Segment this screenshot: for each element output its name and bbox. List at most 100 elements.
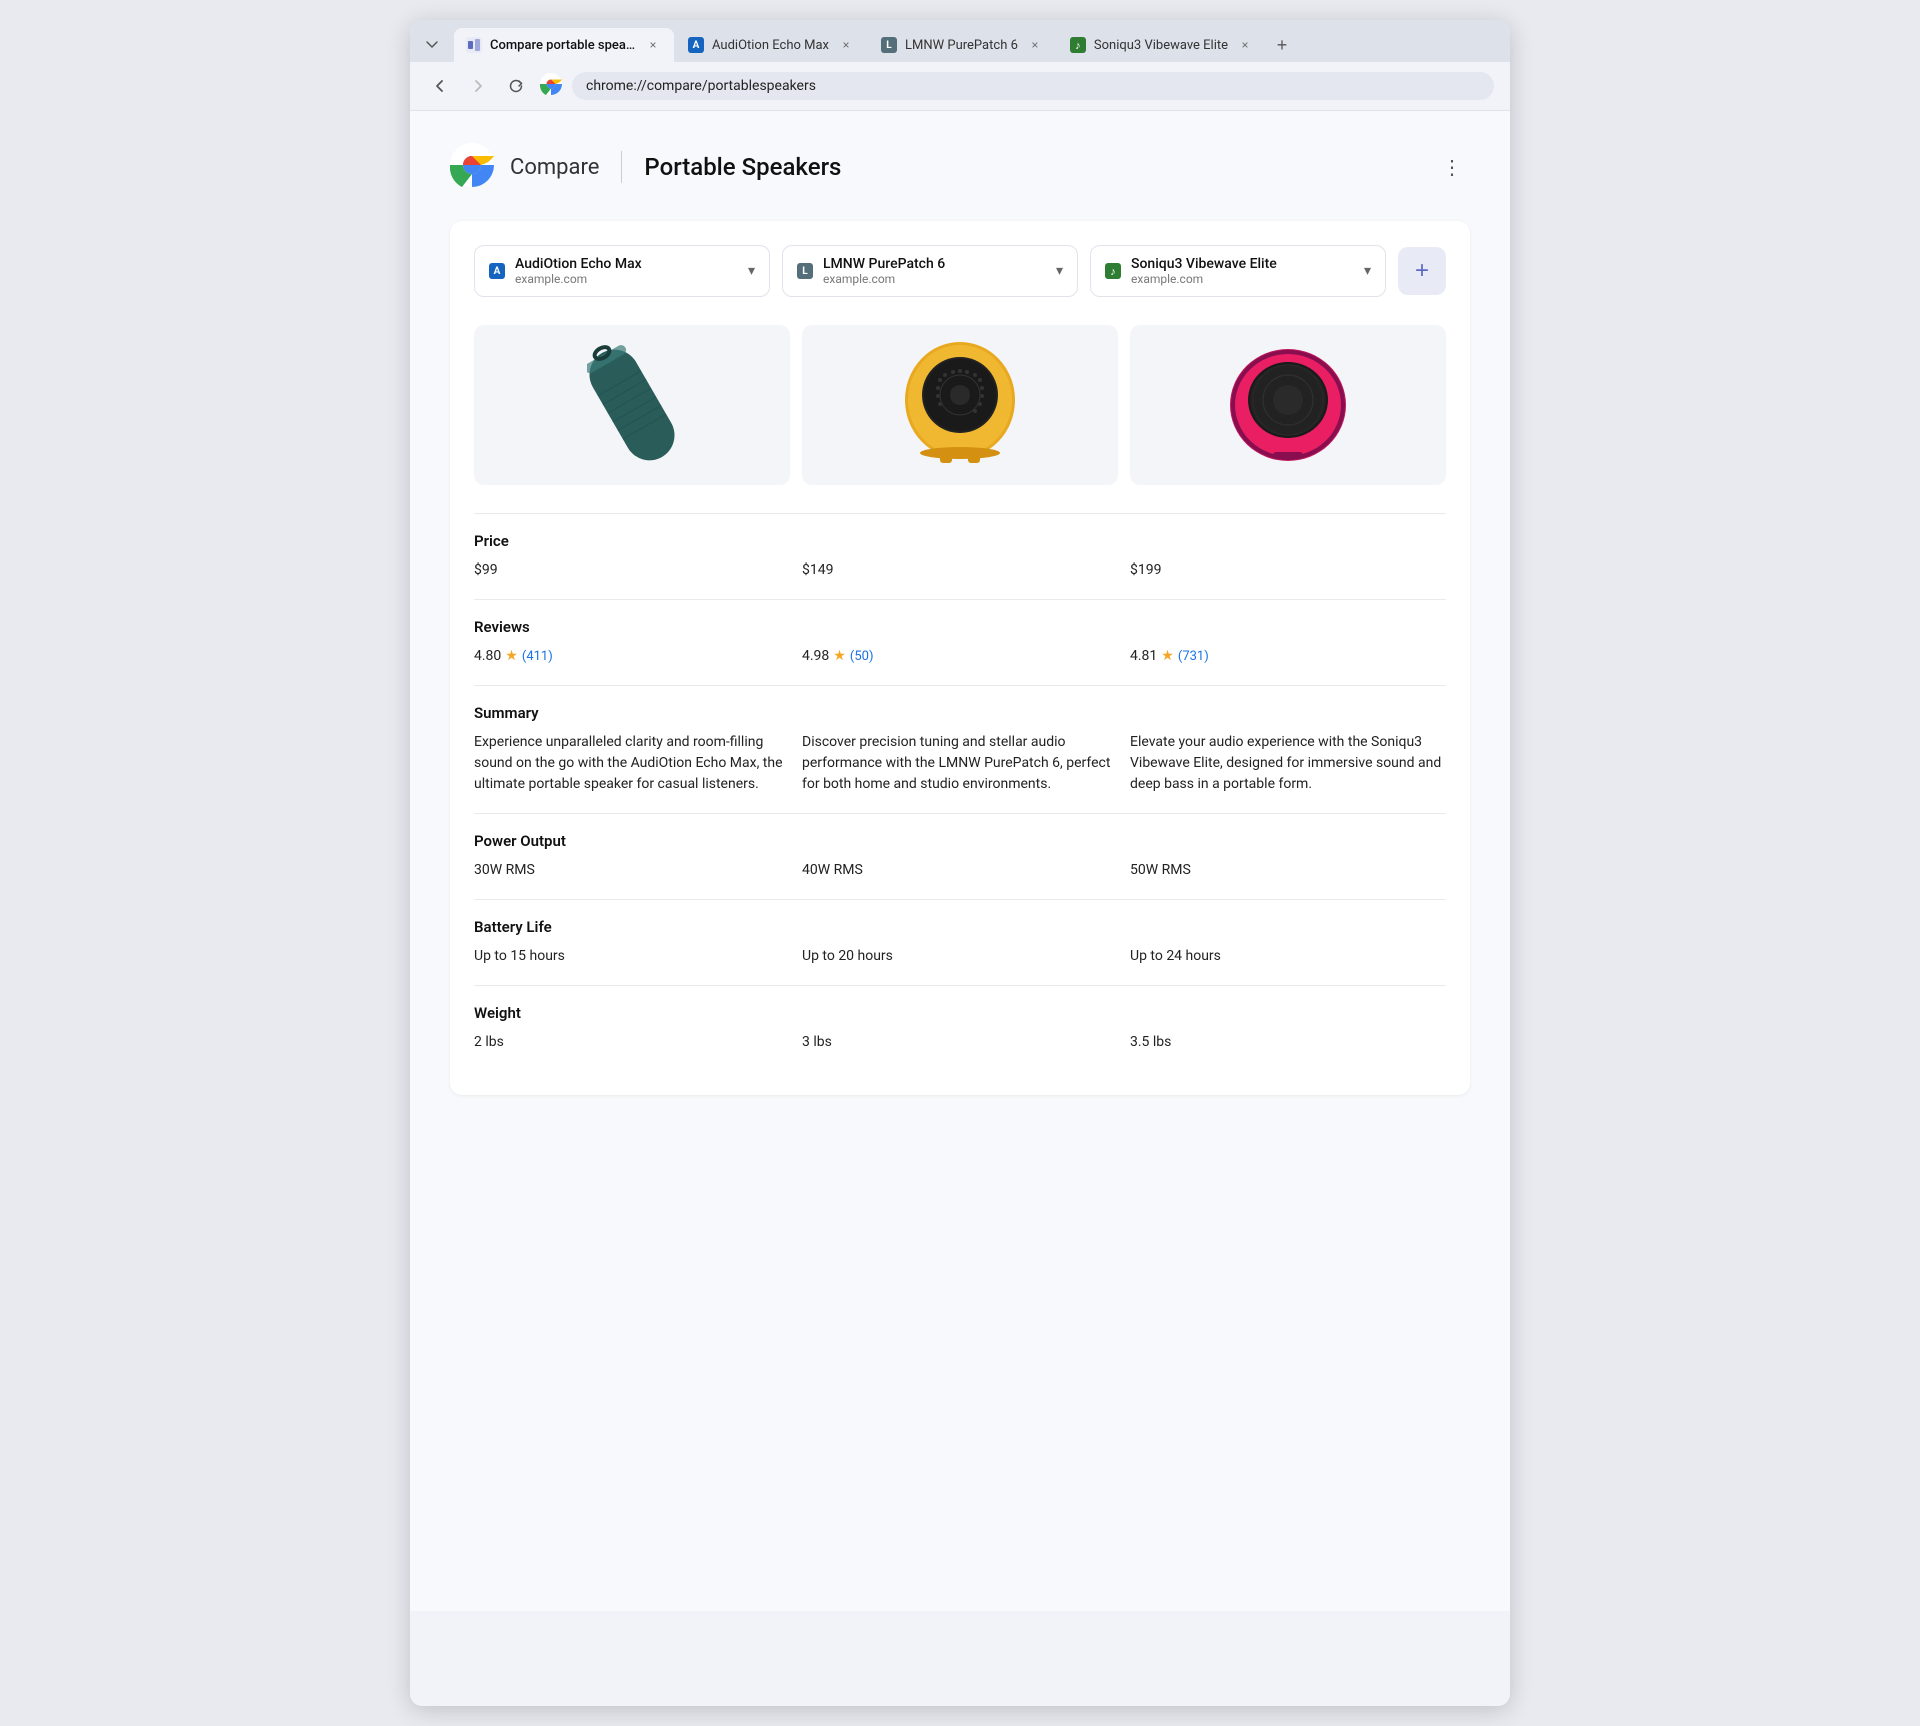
echo-tab-favicon: A — [688, 37, 704, 53]
weight-1: 2 lbs — [474, 1032, 790, 1053]
product-2-domain: example.com — [823, 272, 1046, 286]
tab-list-button[interactable] — [418, 31, 446, 59]
product-2-favicon: L — [797, 263, 813, 279]
product-3-domain: example.com — [1131, 272, 1354, 286]
star-icon-1: ★ — [505, 646, 518, 667]
review-count-1[interactable]: (411) — [522, 647, 553, 667]
summary-1: Experience unparalleled clarity and room… — [474, 732, 790, 795]
compare-tab-close[interactable]: × — [644, 36, 662, 54]
price-3: $199 — [1130, 560, 1446, 581]
product-selector-3[interactable]: ♪ Soniqu3 Vibewave Elite example.com ▾ — [1090, 245, 1386, 297]
speaker-1-svg — [587, 330, 677, 480]
rating-row-3: 4.81 ★ (731) — [1130, 646, 1446, 667]
weight-values: 2 lbs 3 lbs 3.5 lbs — [474, 1032, 1446, 1053]
compare-row-summary: Summary Experience unparalleled clarity … — [474, 685, 1446, 813]
summary-label: Summary — [474, 704, 1446, 722]
google-logo — [450, 143, 494, 191]
product-3-info: Soniqu3 Vibewave Elite example.com — [1131, 256, 1354, 286]
weight-3: 3.5 lbs — [1130, 1032, 1446, 1053]
product-3-image — [1130, 325, 1446, 485]
compare-row-price: Price $99 $149 $199 — [474, 513, 1446, 599]
compare-tab-title: Compare portable speaker — [490, 38, 636, 53]
compare-tab-favicon — [466, 37, 482, 53]
add-product-button[interactable]: + — [1398, 247, 1446, 295]
reviews-label: Reviews — [474, 618, 1446, 636]
power-label: Power Output — [474, 832, 1446, 850]
product-selector-2[interactable]: L LMNW PurePatch 6 example.com ▾ — [782, 245, 1078, 297]
vibewave-tab-close[interactable]: × — [1236, 36, 1254, 54]
product-2-image — [802, 325, 1118, 485]
rating-value-3: 4.81 — [1130, 646, 1157, 667]
tab-bar: Compare portable speaker × A AudiOtion E… — [410, 20, 1510, 62]
product-selectors-row: A AudiOtion Echo Max example.com ▾ L LMN… — [474, 245, 1446, 297]
star-icon-2: ★ — [833, 646, 846, 667]
compare-row-reviews: Reviews 4.80 ★ (411) 4.98 ★ (50) — [474, 599, 1446, 685]
review-count-2[interactable]: (50) — [850, 647, 874, 667]
speaker-2-svg — [895, 335, 1025, 475]
new-tab-button[interactable]: + — [1268, 31, 1296, 59]
product-2-name: LMNW PurePatch 6 — [823, 256, 1046, 272]
summary-values: Experience unparalleled clarity and room… — [474, 732, 1446, 795]
power-values: 30W RMS 40W RMS 50W RMS — [474, 860, 1446, 881]
address-bar: chrome://compare/portablespeakers — [410, 62, 1510, 111]
product-1-domain: example.com — [515, 272, 738, 286]
power-2: 40W RMS — [802, 860, 1118, 881]
review-count-3[interactable]: (731) — [1178, 647, 1209, 667]
tab-compare[interactable]: Compare portable speaker × — [454, 28, 674, 62]
tab-purepatch[interactable]: L LMNW PurePatch 6 × — [869, 28, 1056, 62]
compare-row-power: Power Output 30W RMS 40W RMS 50W RMS — [474, 813, 1446, 899]
tab-echo[interactable]: A AudiOtion Echo Max × — [676, 28, 867, 62]
price-values: $99 $149 $199 — [474, 560, 1446, 581]
page-header: Compare Portable Speakers ⋮ — [450, 143, 1470, 191]
product-1-chevron-icon: ▾ — [748, 263, 755, 279]
tab-vibewave[interactable]: ♪ Soniqu3 Vibewave Elite × — [1058, 28, 1266, 62]
battery-3: Up to 24 hours — [1130, 946, 1446, 967]
purepatch-tab-favicon: L — [881, 37, 897, 53]
page-header-left: Compare Portable Speakers — [450, 143, 841, 191]
header-brand: Compare — [510, 155, 599, 180]
battery-label: Battery Life — [474, 918, 1446, 936]
product-1-image — [474, 325, 790, 485]
reviews-1: 4.80 ★ (411) — [474, 646, 790, 667]
purepatch-tab-close[interactable]: × — [1026, 36, 1044, 54]
page-title: Portable Speakers — [644, 153, 841, 181]
battery-values: Up to 15 hours Up to 20 hours Up to 24 h… — [474, 946, 1446, 967]
url-bar[interactable]: chrome://compare/portablespeakers — [572, 72, 1494, 100]
back-button[interactable] — [426, 72, 454, 100]
plus-icon: + — [1415, 257, 1429, 285]
speaker-3-svg — [1223, 340, 1353, 470]
product-1-info: AudiOtion Echo Max example.com — [515, 256, 738, 286]
product-1-name: AudiOtion Echo Max — [515, 256, 738, 272]
rating-value-1: 4.80 — [474, 646, 501, 667]
battery-1: Up to 15 hours — [474, 946, 790, 967]
star-icon-3: ★ — [1161, 646, 1174, 667]
url-text: chrome://compare/portablespeakers — [586, 78, 816, 94]
product-2-chevron-icon: ▾ — [1056, 263, 1063, 279]
rating-value-2: 4.98 — [802, 646, 829, 667]
compare-section: A AudiOtion Echo Max example.com ▾ L LMN… — [450, 221, 1470, 1095]
compare-row-battery: Battery Life Up to 15 hours Up to 20 hou… — [474, 899, 1446, 985]
compare-row-weight: Weight 2 lbs 3 lbs 3.5 lbs — [474, 985, 1446, 1071]
product-1-favicon: A — [489, 263, 505, 279]
price-1: $99 — [474, 560, 790, 581]
summary-2: Discover precision tuning and stellar au… — [802, 732, 1118, 795]
page-menu-button[interactable]: ⋮ — [1434, 149, 1470, 185]
forward-button[interactable] — [464, 72, 492, 100]
more-vert-icon: ⋮ — [1442, 155, 1462, 180]
reviews-2: 4.98 ★ (50) — [802, 646, 1118, 667]
price-label: Price — [474, 532, 1446, 550]
product-images-row — [474, 325, 1446, 485]
reload-button[interactable] — [502, 72, 530, 100]
echo-tab-close[interactable]: × — [837, 36, 855, 54]
vibewave-tab-favicon: ♪ — [1070, 37, 1086, 53]
power-3: 50W RMS — [1130, 860, 1446, 881]
browser-window: Compare portable speaker × A AudiOtion E… — [410, 20, 1510, 1706]
header-divider — [621, 151, 622, 183]
product-selector-1[interactable]: A AudiOtion Echo Max example.com ▾ — [474, 245, 770, 297]
weight-label: Weight — [474, 1004, 1446, 1022]
page-content: Compare Portable Speakers ⋮ A AudiOtion … — [410, 111, 1510, 1611]
battery-2: Up to 20 hours — [802, 946, 1118, 967]
rating-row-1: 4.80 ★ (411) — [474, 646, 790, 667]
purepatch-tab-title: LMNW PurePatch 6 — [905, 38, 1018, 53]
vibewave-tab-title: Soniqu3 Vibewave Elite — [1094, 38, 1228, 53]
